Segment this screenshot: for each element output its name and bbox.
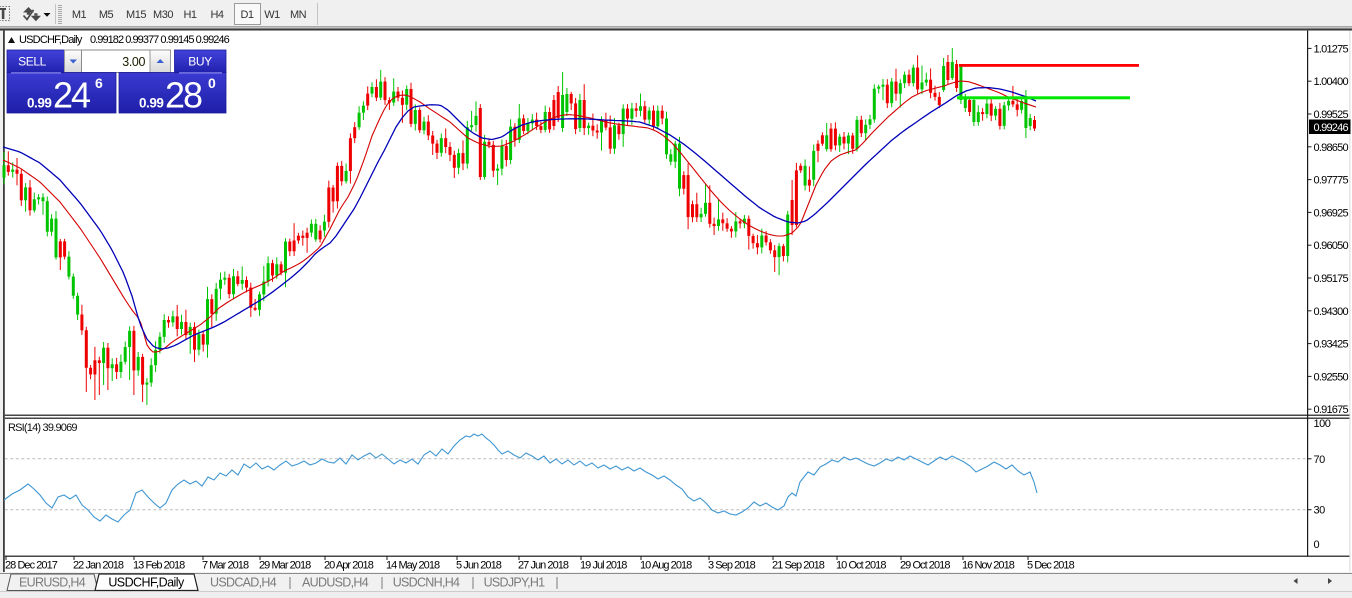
svg-text:|: | xyxy=(471,576,474,590)
svg-text:M5: M5 xyxy=(99,9,114,21)
svg-text:3.00: 3.00 xyxy=(122,55,145,69)
svg-text:0.99525: 0.99525 xyxy=(1314,109,1349,121)
svg-text:100: 100 xyxy=(1314,418,1331,430)
svg-text:5 Dec 2018: 5 Dec 2018 xyxy=(1027,560,1075,572)
svg-text:0.96050: 0.96050 xyxy=(1314,240,1349,252)
svg-text:29 Oct 2018: 29 Oct 2018 xyxy=(900,560,950,572)
svg-text:1.01275: 1.01275 xyxy=(1314,43,1349,55)
svg-text:0.96925: 0.96925 xyxy=(1314,207,1349,219)
svg-text:21 Sep 2018: 21 Sep 2018 xyxy=(772,560,825,572)
svg-text:0.99: 0.99 xyxy=(139,96,163,111)
svg-text:0.98650: 0.98650 xyxy=(1314,142,1349,154)
svg-text:0.99182 0.99377 0.99145 0.9924: 0.99182 0.99377 0.99145 0.99246 xyxy=(90,34,230,46)
svg-text:0.99246: 0.99246 xyxy=(1314,122,1349,134)
svg-text:RSI(14) 39.9069: RSI(14) 39.9069 xyxy=(8,422,77,434)
svg-text:70: 70 xyxy=(1314,454,1326,466)
svg-text:USDCAD,H4: USDCAD,H4 xyxy=(210,576,277,590)
svg-text:16 Nov 2018: 16 Nov 2018 xyxy=(962,560,1015,572)
svg-text:20 Apr 2018: 20 Apr 2018 xyxy=(324,560,374,572)
svg-text:AUDUSD,H4: AUDUSD,H4 xyxy=(302,576,369,590)
svg-text:6: 6 xyxy=(95,75,103,91)
svg-text:USDCHF,Daily: USDCHF,Daily xyxy=(108,576,185,590)
svg-text:10 Aug 2018: 10 Aug 2018 xyxy=(640,560,692,572)
svg-text:|: | xyxy=(288,576,291,590)
svg-text:22 Jan 2018: 22 Jan 2018 xyxy=(73,560,124,572)
svg-text:1.00400: 1.00400 xyxy=(1314,76,1349,88)
svg-text:M1: M1 xyxy=(72,9,87,21)
svg-text:USDCNH,H4: USDCNH,H4 xyxy=(393,576,460,590)
svg-text:0: 0 xyxy=(208,75,216,91)
svg-text:|: | xyxy=(380,576,383,590)
svg-text:19 Jul 2018: 19 Jul 2018 xyxy=(580,560,627,572)
svg-text:28 Dec 2017: 28 Dec 2017 xyxy=(5,560,58,572)
svg-text:USDCHF,Daily: USDCHF,Daily xyxy=(19,34,83,46)
svg-text:28: 28 xyxy=(165,75,202,116)
svg-text:H1: H1 xyxy=(183,9,196,21)
svg-text:EURUSD,H4: EURUSD,H4 xyxy=(19,576,86,590)
svg-text:0.93425: 0.93425 xyxy=(1314,339,1349,351)
svg-text:30: 30 xyxy=(1314,505,1326,517)
svg-text:24: 24 xyxy=(53,75,90,116)
svg-text:0: 0 xyxy=(1314,539,1320,551)
svg-text:M15: M15 xyxy=(126,9,146,21)
svg-text:H4: H4 xyxy=(210,9,223,21)
svg-text:0.99: 0.99 xyxy=(27,96,51,111)
svg-text:W1: W1 xyxy=(264,9,280,21)
svg-text:5 Jun 2018: 5 Jun 2018 xyxy=(456,560,502,572)
svg-text:0.92550: 0.92550 xyxy=(1314,371,1349,383)
svg-text:MN: MN xyxy=(290,9,307,21)
svg-text:29 Mar 2018: 29 Mar 2018 xyxy=(259,560,311,572)
svg-text:USDJPY,H1: USDJPY,H1 xyxy=(484,576,546,590)
svg-text:BUY: BUY xyxy=(188,55,212,69)
svg-text:7 Mar 2018: 7 Mar 2018 xyxy=(202,560,249,572)
svg-text:0.97775: 0.97775 xyxy=(1314,175,1349,187)
svg-text:0.94300: 0.94300 xyxy=(1314,306,1349,318)
svg-text:0.95175: 0.95175 xyxy=(1314,273,1349,285)
svg-text:|: | xyxy=(555,576,558,590)
svg-text:0.91675: 0.91675 xyxy=(1314,404,1349,416)
svg-text:14 May 2018: 14 May 2018 xyxy=(386,560,440,572)
svg-text:D1: D1 xyxy=(240,9,253,21)
svg-text:13 Feb 2018: 13 Feb 2018 xyxy=(133,560,185,572)
svg-text:27 Jun 2018: 27 Jun 2018 xyxy=(518,560,569,572)
svg-text:M30: M30 xyxy=(153,9,173,21)
svg-text:3 Sep 2018: 3 Sep 2018 xyxy=(708,560,756,572)
svg-text:SELL: SELL xyxy=(18,55,46,69)
svg-text:10 Oct 2018: 10 Oct 2018 xyxy=(836,560,886,572)
